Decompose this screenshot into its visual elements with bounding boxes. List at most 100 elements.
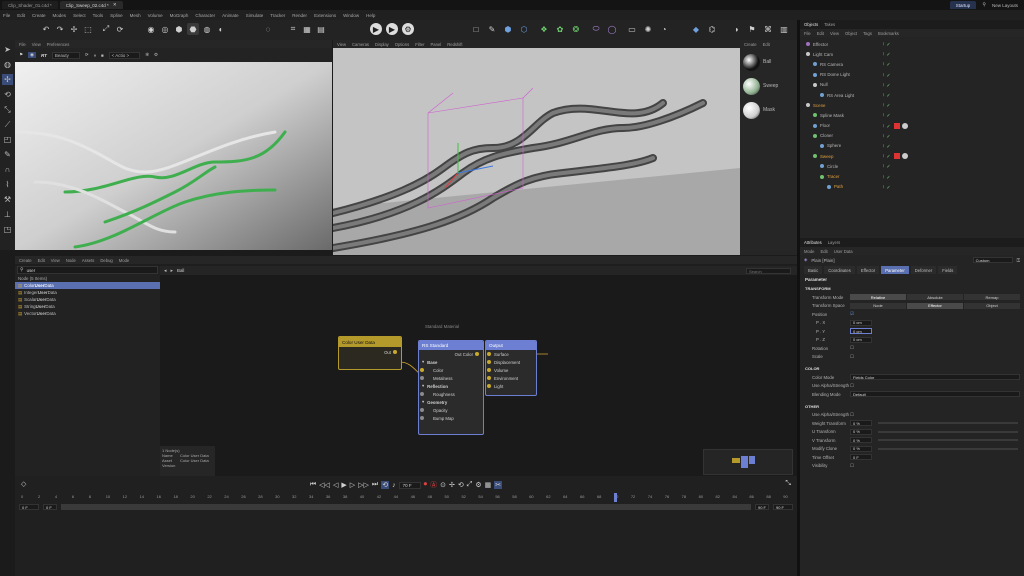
cube-icon[interactable]: □ <box>470 23 482 35</box>
menu-mograph[interactable]: MoGraph <box>170 13 189 18</box>
input-port[interactable]: Color <box>419 366 483 374</box>
object-row[interactable]: Path ⁝ ✓ <box>800 182 1024 192</box>
texture-mode-icon[interactable]: ◐ <box>215 23 227 35</box>
snowflake-icon[interactable]: ✻ <box>145 52 149 58</box>
visibility-icon[interactable]: ⁝ <box>883 92 884 98</box>
menu-filter[interactable]: Filter <box>415 42 424 47</box>
color-section[interactable]: COLOR <box>800 364 1024 373</box>
enabled-check-icon[interactable]: ✓ <box>886 164 890 170</box>
polygons-mode-icon[interactable]: ⬢ <box>173 23 185 35</box>
visibility-icon[interactable]: ⁝ <box>883 143 884 149</box>
rotate-icon[interactable]: ⟳ <box>114 23 126 35</box>
next-key-icon[interactable]: ▷▷ <box>358 481 369 489</box>
port-dot[interactable] <box>487 384 491 388</box>
menu-volume[interactable]: Volume <box>148 13 163 18</box>
edges-mode-icon[interactable]: ◎ <box>159 23 171 35</box>
material-tag-icon[interactable] <box>902 153 909 160</box>
menu-spline[interactable]: Spline <box>110 13 123 18</box>
light-icon[interactable]: ✺ <box>642 23 654 35</box>
pause-icon[interactable]: ⏸ <box>94 53 96 58</box>
input-port[interactable]: Bump Map <box>419 414 483 422</box>
left-viewport[interactable]: File View Preferences ⚑ ◉ RT Beauty ⟳ ⏸ ■ … <box>15 40 332 250</box>
menu-object[interactable]: Object <box>845 31 857 36</box>
port-dot[interactable] <box>420 368 424 372</box>
extrude-icon[interactable]: ⬡ <box>518 23 530 35</box>
menu-character[interactable]: Character <box>195 13 215 18</box>
input-port[interactable]: Opacity <box>419 406 483 414</box>
loop-icon[interactable]: ◰ <box>2 134 13 145</box>
aov-dropdown[interactable]: < Actio > <box>108 51 141 59</box>
subdivision-icon[interactable]: ⬢ <box>502 23 514 35</box>
material-tag-icon[interactable] <box>894 153 901 160</box>
preview-end-field[interactable]: 90 F <box>755 504 769 510</box>
camera-icon[interactable]: ⚑ <box>19 52 23 58</box>
node-minimap[interactable] <box>703 449 793 475</box>
current-frame-field[interactable]: 70 F <box>398 481 421 489</box>
port-dot[interactable] <box>420 392 424 396</box>
visibility-icon[interactable]: ⁝ <box>883 51 884 57</box>
axis-icon[interactable]: ⊥ <box>2 209 13 220</box>
menu-mode[interactable]: Mode <box>119 258 129 263</box>
menu-view[interactable]: View <box>337 42 346 47</box>
perspective-viewport[interactable]: View Cameras Display Options Filter Panel Reds… <box>333 40 740 255</box>
port-out-dot[interactable] <box>393 350 397 354</box>
spline-pen-icon[interactable]: ✎ <box>486 23 498 35</box>
prev-frame-icon[interactable]: ◁ <box>333 481 338 489</box>
menu-mode[interactable]: Mode <box>804 249 814 254</box>
sculpt-icon[interactable]: ⚒ <box>2 194 13 205</box>
environment-icon[interactable]: ◔ <box>658 23 670 35</box>
port-dot[interactable] <box>487 360 491 364</box>
range-slider[interactable] <box>61 504 751 510</box>
visibility-icon[interactable]: ⁝ <box>883 163 884 169</box>
result-item[interactable]: ▤ Integer User Data <box>15 289 160 296</box>
menu-window[interactable]: Window <box>343 13 359 18</box>
menu-debug[interactable]: Debug <box>100 258 112 263</box>
attr-tab-coordinates[interactable]: Coordinates <box>824 266 855 274</box>
object-row[interactable]: Sphere ⁝ ✓ <box>800 141 1024 151</box>
menu-select[interactable]: Select <box>73 13 86 18</box>
material-tag-icon[interactable] <box>894 122 901 129</box>
node-color-user-data[interactable]: Color User Data Out <box>338 336 402 370</box>
search-input[interactable]: user <box>27 268 36 273</box>
input-port[interactable]: Roughness <box>419 390 483 398</box>
menu-simulate[interactable]: Simulate <box>246 13 264 18</box>
render-preset-dropdown[interactable]: Beauty <box>51 51 80 59</box>
key-pla-icon[interactable]: ✂ <box>494 481 503 489</box>
input-port[interactable]: Environment <box>486 374 536 382</box>
new-layouts-button[interactable]: New Layouts <box>992 3 1018 8</box>
value-slider[interactable] <box>878 430 1018 433</box>
visibility-icon[interactable]: ⁝ <box>883 102 884 108</box>
enabled-check-icon[interactable]: ✓ <box>886 124 890 130</box>
menu-preferences[interactable]: Preferences <box>47 42 70 47</box>
workplane-icon[interactable]: ▤ <box>315 23 327 35</box>
menu-view[interactable]: View <box>32 42 41 47</box>
enabled-check-icon[interactable]: ✓ <box>886 103 890 109</box>
visibility-icon[interactable]: ⁝ <box>883 61 884 67</box>
tab-file-1[interactable]: Clip_Shader_01.c4d * <box>2 1 58 9</box>
menu-assets[interactable]: Assets <box>82 258 95 263</box>
input-port[interactable]: Surface <box>486 350 536 358</box>
search-icon[interactable]: ⚲ <box>982 2 986 8</box>
node-rs-standard[interactable]: RS Standard Out Color ▾ Base Color Metalnes… <box>418 340 484 435</box>
menu-tools[interactable]: Tools <box>93 13 104 18</box>
rotation-checkbox[interactable]: ☐ <box>850 345 854 351</box>
layout-selector[interactable]: Startup <box>949 1 977 9</box>
pin-icon[interactable]: ⚑ <box>746 23 758 35</box>
menu-create[interactable]: Create <box>32 13 46 18</box>
color-mode-dropdown[interactable]: Fields Color <box>850 374 1020 381</box>
enabled-check-icon[interactable]: ✓ <box>886 52 890 58</box>
scale-checkbox[interactable]: ☐ <box>850 354 854 360</box>
object-row[interactable]: Circle ⁝ ✓ <box>800 161 1024 171</box>
record-icon[interactable]: ⏺ <box>424 481 428 489</box>
playhead[interactable] <box>614 493 618 502</box>
prev-key-icon[interactable]: ◁◁ <box>319 481 330 489</box>
material-icon[interactable]: ◑ <box>730 23 742 35</box>
menu-display[interactable]: Display <box>375 42 389 47</box>
value-slider[interactable] <box>878 439 1018 442</box>
port-dot[interactable] <box>420 416 424 420</box>
grid-icon[interactable]: ▦ <box>301 23 313 35</box>
object-row[interactable]: RS Dome Light ⁝ ✓ <box>800 70 1024 80</box>
model-mode-icon[interactable]: ⬣ <box>187 23 199 35</box>
paint-icon[interactable]: ⌇ <box>2 179 13 190</box>
live-selection-icon[interactable]: ◍ <box>2 59 13 70</box>
